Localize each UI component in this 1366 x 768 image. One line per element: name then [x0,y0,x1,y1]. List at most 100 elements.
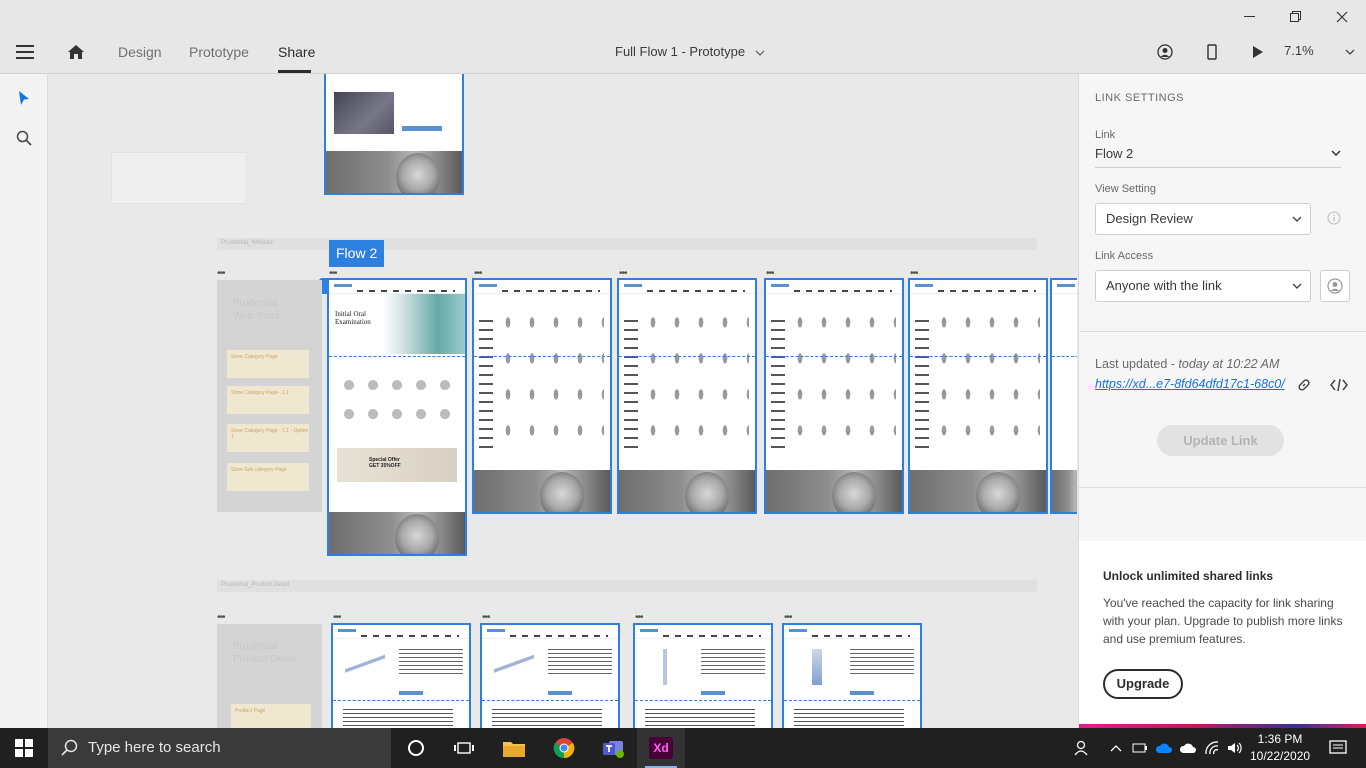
sticky-note[interactable]: Store Category Page [227,350,309,378]
sticky-note[interactable]: Product Page [231,704,311,728]
show-hidden-icons-button[interactable] [1104,728,1128,768]
artboard-subcategory[interactable] [908,278,1048,514]
chevron-down-icon [1345,49,1355,55]
zoom-level-dropdown[interactable]: 7.1% [1284,43,1355,58]
view-setting-dropdown[interactable]: Design Review [1095,203,1311,235]
notes-panel[interactable]: Prudential Web Store Store Category Page… [217,280,322,512]
hamburger-menu-icon[interactable] [12,40,38,64]
teams-button[interactable] [589,728,637,768]
product-image [494,651,534,681]
footer-photo [474,470,610,512]
sticky-note[interactable]: Store Category Page - 1.1 [227,386,309,414]
select-tool-icon[interactable] [13,87,35,109]
artboard-handle[interactable]: ••• [217,612,225,623]
upsell-card: Unlock unlimited shared links You've rea… [1079,541,1366,728]
artboard-product-detail[interactable] [480,623,620,728]
minimize-button[interactable] [1227,6,1273,28]
wifi-tray-icon[interactable] [1200,728,1224,768]
artboard-home[interactable]: Initial Oral Examination Special Offer G… [327,278,467,556]
link-select[interactable]: Flow 2 [1095,144,1341,168]
site-header [766,280,902,294]
product-image [345,651,385,681]
link-access-dropdown[interactable]: Anyone with the link [1095,270,1311,302]
user-icon[interactable] [1153,40,1177,64]
site-header [910,280,1046,294]
footer-photo [329,512,465,554]
artboard-product-detail[interactable] [633,623,773,728]
site-header [784,625,920,639]
windows-taskbar: Type here to search Xd 1:36 PM 10/22/202… [0,728,1366,768]
promo-banner: Special Offer GET 35%OFF [337,448,457,482]
divider [1079,331,1366,332]
artboard-category[interactable] [472,278,612,514]
taskbar-search[interactable]: Type here to search [48,728,391,768]
artboard-partial[interactable] [1050,278,1077,514]
file-explorer-button[interactable] [490,728,538,768]
artboard-handle[interactable]: ••• [784,612,792,623]
artboard-handle[interactable]: ••• [217,268,225,279]
app-header: Design Prototype Share Full Flow 1 - Pro… [0,0,1366,74]
update-link-button[interactable]: Update Link [1157,425,1284,456]
face-image [396,153,440,193]
site-header [1052,280,1077,294]
upgrade-button[interactable]: Upgrade [1103,669,1183,699]
wifi-icon [1205,741,1219,755]
site-header [635,625,771,639]
share-link-url[interactable]: https://xd...e7-8fd64dfd17c1-68c0/ [1095,377,1285,391]
invite-users-button[interactable] [1320,270,1350,302]
artboard-handle[interactable]: ••• [635,612,643,623]
home-icon[interactable] [63,40,89,64]
system-clock[interactable]: 1:36 PM 10/22/2020 [1250,731,1310,765]
flow-label[interactable]: Flow 2 [329,240,385,267]
restore-button[interactable] [1273,6,1319,28]
product-image [663,649,667,685]
copy-link-icon[interactable] [1294,376,1314,394]
artboard-category-1-1[interactable] [617,278,757,514]
view-setting-value: Design Review [1106,211,1193,226]
sticky-note[interactable]: Store Category Page - 1.1 - Option 1 [227,424,309,452]
product-text [701,649,765,677]
play-icon[interactable] [1246,40,1270,64]
add-to-cart-button [850,691,874,695]
start-button[interactable] [0,728,48,768]
battery-tray-icon[interactable] [1128,728,1152,768]
artboard-handle[interactable]: ••• [482,612,490,623]
tab-share[interactable]: Share [278,44,315,60]
fold-line [329,356,465,357]
sticky-note[interactable]: Store Sub category Page [227,463,309,491]
artboard-product-detail[interactable] [782,623,922,728]
close-button[interactable] [1319,6,1365,28]
artboard-category-option[interactable] [764,278,904,514]
search-icon[interactable] [13,127,35,149]
volume-tray-icon[interactable] [1223,728,1247,768]
cortana-button[interactable] [392,728,440,768]
info-icon[interactable] [1326,210,1342,226]
description-text [343,709,453,728]
people-button[interactable] [1066,728,1096,768]
onedrive-personal-tray-icon[interactable] [1176,728,1200,768]
chrome-button[interactable] [540,728,588,768]
task-view-icon [454,742,474,754]
adobe-xd-button[interactable]: Xd [637,728,685,768]
embed-code-icon[interactable] [1328,376,1350,394]
device-preview-icon[interactable] [1200,40,1224,64]
notes-panel[interactable]: Prudential Product Detail Product Page [217,624,322,728]
task-view-button[interactable] [440,728,488,768]
artboard-handle[interactable]: ••• [333,612,341,623]
site-header [482,625,618,639]
product-grid [496,308,604,458]
tab-prototype[interactable]: Prototype [189,44,249,60]
canvas[interactable]: Prudential_Website Flow 2 ••• Prudential… [49,74,1077,728]
action-center-button[interactable] [1318,728,1358,768]
tab-design[interactable]: Design [118,44,162,60]
sticky-text: Store Category Page - 1.1 [231,390,290,396]
search-placeholder: Type here to search [88,739,221,756]
artboard-contact[interactable] [324,74,464,195]
faded-artboard[interactable] [111,152,247,204]
cortana-icon [408,740,424,756]
onedrive-tray-icon[interactable] [1152,728,1176,768]
artboard-product-detail[interactable] [331,623,471,728]
document-title-dropdown[interactable]: Full Flow 1 - Prototype [615,44,765,59]
chrome-icon [553,738,575,759]
people-icon [1074,740,1088,756]
